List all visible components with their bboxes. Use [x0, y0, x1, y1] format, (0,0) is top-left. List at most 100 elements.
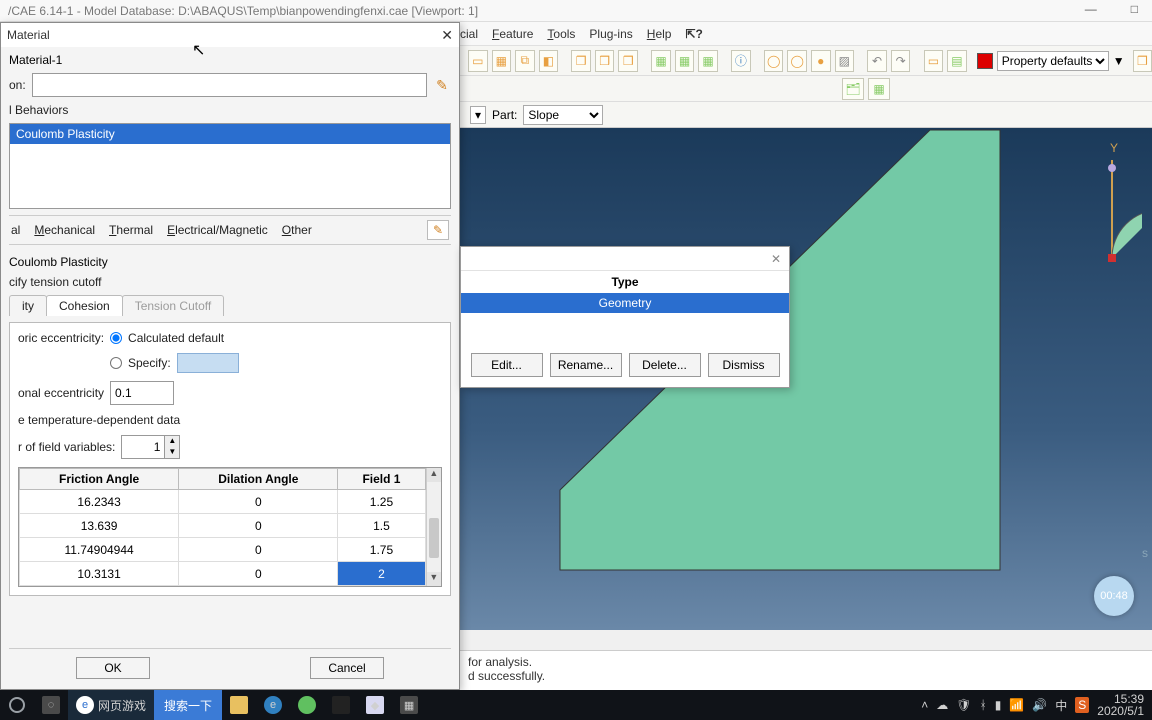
tab-electrical[interactable]: Electrical/Magnetic — [167, 223, 268, 237]
behavior-item-coulomb[interactable]: Coulomb Plasticity — [10, 124, 450, 144]
tab-mechanical[interactable]: Mechanical — [34, 223, 95, 237]
field-vars-input[interactable] — [121, 435, 165, 459]
toolbar-icon-7[interactable]: ❒ — [618, 50, 638, 72]
toolbar-icon-16[interactable]: ▤ — [947, 50, 967, 72]
temp-dependent-checkbox-label[interactable]: e temperature-dependent data — [18, 413, 180, 427]
ecc-calculated-label[interactable]: Calculated default — [128, 331, 224, 345]
toolbar-icon-12[interactable]: ◯ — [787, 50, 807, 72]
tray-ime[interactable]: 中 — [1055, 697, 1067, 714]
ecc-specify-radio[interactable] — [110, 357, 122, 369]
toolbar-icon-3[interactable]: ⧉ — [515, 50, 535, 72]
ecc-specify-input — [177, 353, 239, 373]
toolbar-icon-11[interactable]: ◯ — [764, 50, 784, 72]
geometry-row[interactable]: Geometry — [461, 293, 789, 313]
table-row: 13.63901.5 — [20, 514, 426, 538]
description-input[interactable] — [32, 73, 427, 97]
subtab-cohesion[interactable]: Cohesion — [46, 295, 123, 316]
taskbar-clock[interactable]: 15:39 2020/5/1 — [1097, 693, 1144, 717]
render-style-select[interactable]: Property defaults — [997, 51, 1109, 71]
dismiss-button[interactable]: Dismiss — [708, 353, 780, 377]
edit-button[interactable]: Edit... — [471, 353, 543, 377]
taskbar-edge[interactable]: e — [256, 690, 290, 720]
data-table[interactable]: Friction Angle Dilation Angle Field 1 16… — [18, 467, 442, 587]
taskbar-abaqus[interactable]: ◆ — [358, 690, 392, 720]
tray-volume-icon[interactable]: 🔊 — [1032, 698, 1047, 712]
delete-button[interactable]: Delete... — [629, 353, 701, 377]
suboptions-icon[interactable]: ✎ — [427, 220, 449, 240]
start-button[interactable] — [0, 690, 34, 720]
tray-battery-icon[interactable]: ▮ — [995, 698, 1002, 712]
cancel-button[interactable]: Cancel — [310, 657, 384, 679]
meridional-ecc-input[interactable] — [110, 381, 174, 405]
color-swatch-icon[interactable] — [977, 53, 993, 69]
menu-help[interactable]: Help — [647, 27, 672, 41]
toolbar-icon-17[interactable]: ❒ — [1133, 50, 1152, 72]
toolbar-icon-13[interactable]: ● — [811, 50, 831, 72]
whats-this-icon[interactable]: ⇱? — [685, 27, 702, 41]
tray-bt-icon[interactable]: ᚼ — [980, 698, 987, 712]
toolbar-icon-5[interactable]: ❒ — [571, 50, 591, 72]
behaviors-list[interactable]: Coulomb Plasticity — [9, 123, 451, 209]
col-dilation: Dilation Angle — [179, 469, 338, 490]
ecc-calculated-radio[interactable] — [110, 332, 122, 344]
close-icon[interactable]: ✕ — [771, 252, 781, 266]
message-area: for analysis. d successfully. — [460, 650, 1152, 690]
maximize-button[interactable]: □ — [1121, 0, 1148, 18]
menu-feature[interactable]: FFeatureeature — [492, 27, 533, 41]
menu-plugins[interactable]: Plug-ins — [589, 27, 632, 41]
cortana-icon[interactable]: ◌ — [34, 690, 68, 720]
taskbar-terminal[interactable] — [324, 690, 358, 720]
dropdown-arrow-icon[interactable]: ▾ — [470, 106, 486, 124]
dropdown-icon[interactable]: ▼ — [1113, 54, 1125, 68]
tray-icon[interactable]: ☁ — [936, 698, 948, 712]
edit-description-icon[interactable]: ✎ — [433, 76, 451, 94]
timer-badge: 00:48 — [1094, 576, 1134, 616]
ok-button[interactable]: OK — [76, 657, 150, 679]
close-icon[interactable]: ✕ — [441, 27, 453, 44]
tension-cutoff-checkbox-label[interactable]: cify tension cutoff — [9, 275, 102, 289]
toolbar-icon-14[interactable]: ▨ — [835, 50, 855, 72]
toolbar-icon-15[interactable]: ▭ — [924, 50, 944, 72]
spin-down-icon[interactable]: ▼ — [165, 447, 179, 458]
redo-icon[interactable]: ↷ — [891, 50, 911, 72]
toolbar-icon-8[interactable]: ▦ — [651, 50, 671, 72]
tray-sogou-icon[interactable]: S — [1075, 697, 1089, 713]
ecc-specify-label[interactable]: Specify: — [128, 356, 171, 370]
tray-shield-icon[interactable]: 🛡 — [956, 698, 971, 712]
scroll-up-icon[interactable]: ▲ — [427, 468, 441, 482]
undo-icon[interactable]: ↶ — [867, 50, 887, 72]
toolbar-icon-2[interactable]: ▦ — [492, 50, 512, 72]
table-row: 10.313102 — [20, 562, 426, 586]
table-icon[interactable]: ▦ — [868, 78, 890, 100]
toolbar-icon-10[interactable]: ▦ — [698, 50, 718, 72]
subtab-tension-cutoff: Tension Cutoff — [122, 295, 225, 316]
tab-thermal[interactable]: Thermal — [109, 223, 153, 237]
subtab-plasticity[interactable]: ity — [9, 295, 47, 316]
taskbar-explorer[interactable] — [222, 690, 256, 720]
toolbar-icon-4[interactable]: ◧ — [539, 50, 559, 72]
tree-icon[interactable]: 🗂 — [842, 78, 864, 100]
minimize-button[interactable]: — — [1075, 0, 1107, 18]
table-scrollbar[interactable]: ▲ ▼ — [426, 468, 441, 586]
toolbar-icon-9[interactable]: ▦ — [675, 50, 695, 72]
menu-special[interactable]: cial — [460, 27, 478, 41]
rename-button[interactable]: Rename... — [550, 353, 622, 377]
info-icon[interactable]: ⓘ — [731, 50, 751, 72]
taskbar-ie[interactable]: e网页游戏 — [68, 690, 154, 720]
view-triad[interactable]: Y — [1072, 138, 1142, 271]
scroll-thumb[interactable] — [429, 518, 439, 558]
tab-general[interactable]: al — [11, 223, 20, 237]
tab-other[interactable]: Other — [282, 223, 312, 237]
menu-tools[interactable]: Tools — [547, 27, 575, 41]
tray-wifi-icon[interactable]: 📶 — [1009, 698, 1024, 712]
tray-up-icon[interactable]: ˄ — [921, 698, 928, 712]
toolbar-icon-1[interactable]: ▭ — [468, 50, 488, 72]
taskbar-browser[interactable] — [290, 690, 324, 720]
taskbar-search[interactable]: 搜索一下 — [154, 690, 222, 720]
toolbar-icon-6[interactable]: ❒ — [595, 50, 615, 72]
taskbar-app[interactable]: ▦ — [392, 690, 426, 720]
edit-material-dialog: Material ✕ Material-1 on: ✎ l Behaviors … — [0, 22, 460, 690]
scroll-down-icon[interactable]: ▼ — [427, 572, 441, 586]
spin-up-icon[interactable]: ▲ — [165, 436, 179, 447]
part-select[interactable]: Slope — [523, 105, 603, 125]
